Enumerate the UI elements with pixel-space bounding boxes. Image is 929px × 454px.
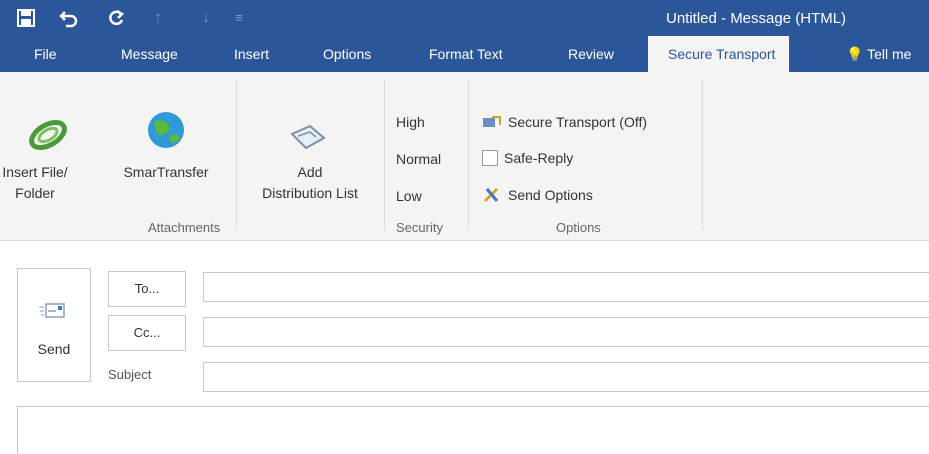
redo-icon[interactable] — [104, 0, 128, 40]
send-options-label: Send Options — [508, 187, 593, 203]
down-arrow-icon[interactable]: ↓ — [196, 0, 216, 36]
tab-insert[interactable]: Insert — [234, 36, 269, 72]
smartransfer-label: SmarTransfer — [123, 164, 209, 180]
add-dist-label-2: Distribution List — [262, 185, 358, 201]
security-normal[interactable]: Normal — [396, 151, 441, 167]
tab-review[interactable]: Review — [568, 36, 614, 72]
ribbon: Insert File/ Folder SmarTransfer Add Dis… — [0, 72, 929, 241]
separator — [384, 80, 385, 230]
send-options-button[interactable]: Send Options — [482, 186, 593, 204]
secure-transport-toggle[interactable]: Secure Transport (Off) — [482, 114, 647, 130]
insert-file-label-1: Insert File/ — [2, 164, 68, 180]
options-group-label: Options — [556, 220, 601, 235]
tab-tell-me-label: Tell me — [867, 46, 912, 62]
security-low[interactable]: Low — [396, 188, 422, 204]
tab-tell-me[interactable]: 💡 Tell me — [846, 36, 911, 72]
distribution-list-icon — [290, 124, 326, 150]
paperclip-icon — [29, 120, 67, 150]
customize-qat-icon[interactable]: ≡ — [232, 0, 246, 36]
security-high[interactable]: High — [396, 114, 425, 130]
send-button[interactable]: Send — [17, 268, 91, 382]
attachments-group-label: Attachments — [148, 220, 221, 235]
secure-transport-label: Secure Transport (Off) — [508, 114, 648, 130]
tab-message[interactable]: Message — [121, 36, 178, 72]
tab-file[interactable]: File — [34, 36, 57, 72]
send-label: Send — [37, 341, 71, 357]
to-button[interactable]: To... — [108, 271, 186, 307]
tab-secure-transport[interactable]: Secure Transport — [648, 36, 789, 72]
add-dist-label-1: Add — [297, 164, 323, 180]
title-bar: ↑ ↓ ≡ Untitled - Message (HTML) File Mes… — [0, 0, 929, 72]
tab-options[interactable]: Options — [323, 36, 371, 72]
security-group-label: Security — [396, 220, 443, 235]
tab-format-text[interactable]: Format Text — [429, 36, 503, 72]
cc-button[interactable]: Cc... — [108, 315, 186, 351]
window-title: Untitled - Message (HTML) — [666, 10, 847, 27]
to-field[interactable] — [203, 272, 929, 302]
up-arrow-icon[interactable]: ↑ — [148, 0, 168, 36]
globe-icon — [148, 112, 184, 148]
separator — [468, 80, 469, 230]
undo-icon[interactable] — [56, 0, 82, 40]
safe-reply-checkbox[interactable]: Safe-Reply — [482, 150, 573, 166]
tools-icon — [483, 187, 499, 203]
separator — [236, 80, 237, 230]
message-body[interactable] — [17, 406, 929, 454]
secure-transport-icon — [483, 116, 501, 127]
checkbox-icon — [482, 150, 498, 166]
lightbulb-icon: 💡 — [846, 46, 864, 62]
safe-reply-label: Safe-Reply — [504, 150, 574, 166]
send-envelope-icon — [39, 303, 65, 318]
subject-label: Subject — [108, 367, 152, 382]
subject-field[interactable] — [203, 362, 929, 392]
cc-field[interactable] — [203, 317, 929, 347]
save-icon[interactable] — [14, 0, 38, 40]
insert-file-label-2: Folder — [15, 185, 55, 201]
separator — [702, 80, 703, 230]
